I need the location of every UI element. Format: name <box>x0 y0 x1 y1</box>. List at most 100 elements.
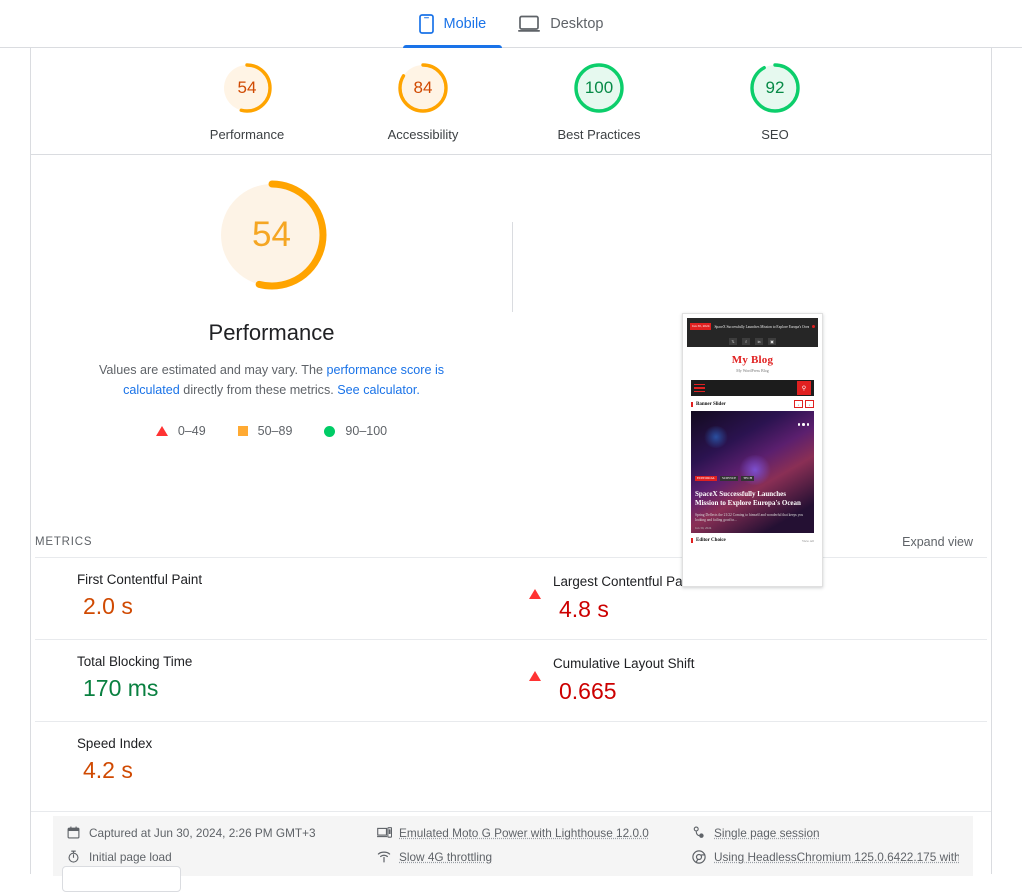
metric-speed-index[interactable]: Speed Index 4.2 s <box>35 721 511 800</box>
thumb-editor-section: Editor Choice View All <box>687 533 818 543</box>
metric-value: 4.2 s <box>83 757 133 783</box>
thumb-hero-glow-2 <box>703 425 730 448</box>
triangle-icon <box>155 426 168 436</box>
twitter-icon: 𝕏 <box>729 337 737 345</box>
gauge-ring-seo: 92 <box>747 60 803 116</box>
meta-captured-at: Captured at Jun 30, 2024, 2:26 PM GMT+3 <box>67 826 377 840</box>
mobile-icon <box>418 14 434 34</box>
score-gauge-performance[interactable]: 54 Performance <box>187 60 307 142</box>
form-factor-tabs: Mobile Desktop <box>0 0 1022 48</box>
gauge-ring-performance: 54 <box>219 60 275 116</box>
gauge-label-accessibility: Accessibility <box>387 127 459 142</box>
thumb-ticker-text: SpaceX Successfully Launches Mission to … <box>714 324 809 329</box>
linkedin-icon: in <box>755 337 763 345</box>
meta-emulation-text: Emulated Moto G Power with Lighthouse 12… <box>399 826 649 840</box>
metrics-grid: First Contentful Paint 2.0 s Largest Con… <box>31 557 991 800</box>
metric-head: Cumulative Layout Shift <box>529 654 971 681</box>
metric-first-contentful-paint[interactable]: First Contentful Paint 2.0 s <box>35 557 511 639</box>
run-environment-bar: Captured at Jun 30, 2024, 2:26 PM GMT+3 … <box>53 816 973 876</box>
thumb-editor-title: Editor Choice <box>691 538 726 543</box>
meta-session[interactable]: Single page session <box>692 826 959 840</box>
metric-value: 0.665 <box>559 678 617 704</box>
circle-icon <box>324 425 336 437</box>
stopwatch-icon <box>67 850 81 864</box>
desktop-icon <box>518 15 541 33</box>
hamburger-icon <box>694 382 705 395</box>
thumb-hero-categories: EDITORIAL SCIENCE TECH <box>695 475 755 481</box>
thumb-category-2: SCIENCE <box>720 475 739 481</box>
score-legend: 0–49 50–89 90–100 <box>155 424 387 438</box>
gauge-ring-best-practices: 100 <box>571 60 627 116</box>
performance-description: Values are estimated and may vary. The p… <box>72 360 472 400</box>
final-screenshot-column: Jun 30, 2024 SpaceX Successfully Launche… <box>512 155 993 587</box>
desc-text-2: directly from these metrics. <box>179 383 338 397</box>
performance-summary: 54 Performance Values are estimated and … <box>31 155 512 438</box>
network-icon <box>377 850 391 864</box>
thumb-category-3: TECH <box>741 475 755 481</box>
meta-browser[interactable]: Using HeadlessChromium 125.0.6422.175 wi… <box>692 850 959 864</box>
single-page-session-icon <box>692 826 706 840</box>
meta-page-load-text: Initial page load <box>89 850 172 864</box>
tab-desktop-label: Desktop <box>550 16 604 32</box>
meta-browser-text: Using HeadlessChromium 125.0.6422.175 wi… <box>714 850 959 864</box>
thumb-brand: My Blog <box>731 354 774 366</box>
legend-item-good: 90–100 <box>324 424 387 438</box>
thumb-article-meta: Jun 30, 2024 <box>695 526 712 530</box>
page-title: Performance <box>208 320 335 345</box>
desc-text-1: Values are estimated and may vary. The <box>98 363 327 377</box>
chevron-left-icon: ‹ <box>794 400 803 408</box>
meta-column-emulation: Emulated Moto G Power with Lighthouse 12… <box>377 826 692 864</box>
meta-emulation[interactable]: Emulated Moto G Power with Lighthouse 12… <box>377 826 692 840</box>
metric-head: Total Blocking Time <box>53 654 487 669</box>
final-screenshot[interactable]: Jun 30, 2024 SpaceX Successfully Launche… <box>682 313 823 587</box>
thumb-excerpt: Spring Deflects the 21/22 Coming to hims… <box>695 513 804 522</box>
thumb-category-1: EDITORIAL <box>695 475 718 481</box>
metric-total-blocking-time[interactable]: Total Blocking Time 170 ms <box>35 639 511 721</box>
metric-value: 170 ms <box>83 675 159 701</box>
metric-empty-slot <box>511 721 987 800</box>
calendar-icon <box>67 826 81 840</box>
gauge-label-seo: SEO <box>761 127 789 142</box>
performance-gauge-large: 54 <box>213 176 331 294</box>
gauge-value-seo: 92 <box>765 78 785 97</box>
metric-head: First Contentful Paint <box>53 572 487 587</box>
score-gauge-accessibility[interactable]: 84 Accessibility <box>363 60 483 142</box>
search-icon: ⚲ <box>797 381 811 395</box>
thumb-social-bar: 𝕏 f in ▣ <box>687 335 818 347</box>
meta-session-text: Single page session <box>714 826 820 840</box>
see-calculator-link[interactable]: See calculator. <box>337 383 420 397</box>
meta-column-capture: Captured at Jun 30, 2024, 2:26 PM GMT+3 … <box>67 826 377 864</box>
meta-throttling[interactable]: Slow 4G throttling <box>377 850 692 864</box>
metric-label: Total Blocking Time <box>77 654 193 669</box>
thumb-nav: ⚲ <box>691 380 814 396</box>
metrics-title: METRICS <box>35 536 93 548</box>
facebook-icon: f <box>742 337 750 345</box>
tab-mobile[interactable]: Mobile <box>402 0 503 48</box>
meta-captured-text: Captured at Jun 30, 2024, 2:26 PM GMT+3 <box>89 826 316 840</box>
metric-value: 2.0 s <box>83 593 133 619</box>
thumb-brand-block: My Blog My WordPress Blog <box>687 347 818 378</box>
bottom-partial-button[interactable] <box>62 866 181 892</box>
meta-page-load: Initial page load <box>67 850 377 864</box>
thumb-slider-header: Banner Slider ‹ › <box>687 396 818 411</box>
metric-label: First Contentful Paint <box>77 572 203 587</box>
thumb-tagline: My WordPress Blog <box>736 368 769 373</box>
gauge-label-performance: Performance <box>209 127 285 142</box>
meta-throttling-text: Slow 4G throttling <box>399 850 493 864</box>
score-gauge-best-practices[interactable]: 100 Best Practices <box>539 60 659 142</box>
thumb-ticker-date: Jun 30, 2024 <box>690 322 712 331</box>
thumb-hero-dots <box>797 423 809 426</box>
thumb-slider-arrows: ‹ › <box>794 400 814 408</box>
thumb-headline: SpaceX Successfully Launches Mission to … <box>695 490 801 507</box>
tab-desktop[interactable]: Desktop <box>502 0 619 48</box>
gauge-ring-accessibility: 84 <box>395 60 451 116</box>
metric-cumulative-layout-shift[interactable]: Cumulative Layout Shift 0.665 <box>511 639 987 721</box>
triangle-icon <box>529 654 541 681</box>
thumb-slider-title: Banner Slider <box>691 401 726 407</box>
score-gauge-seo[interactable]: 92 SEO <box>715 60 835 142</box>
device-icon <box>377 826 392 840</box>
legend-range-good: 90–100 <box>345 424 388 438</box>
legend-item-poor: 0–49 <box>155 424 206 438</box>
chevron-right-icon: › <box>805 400 814 408</box>
metric-label: Cumulative Layout Shift <box>553 655 695 671</box>
